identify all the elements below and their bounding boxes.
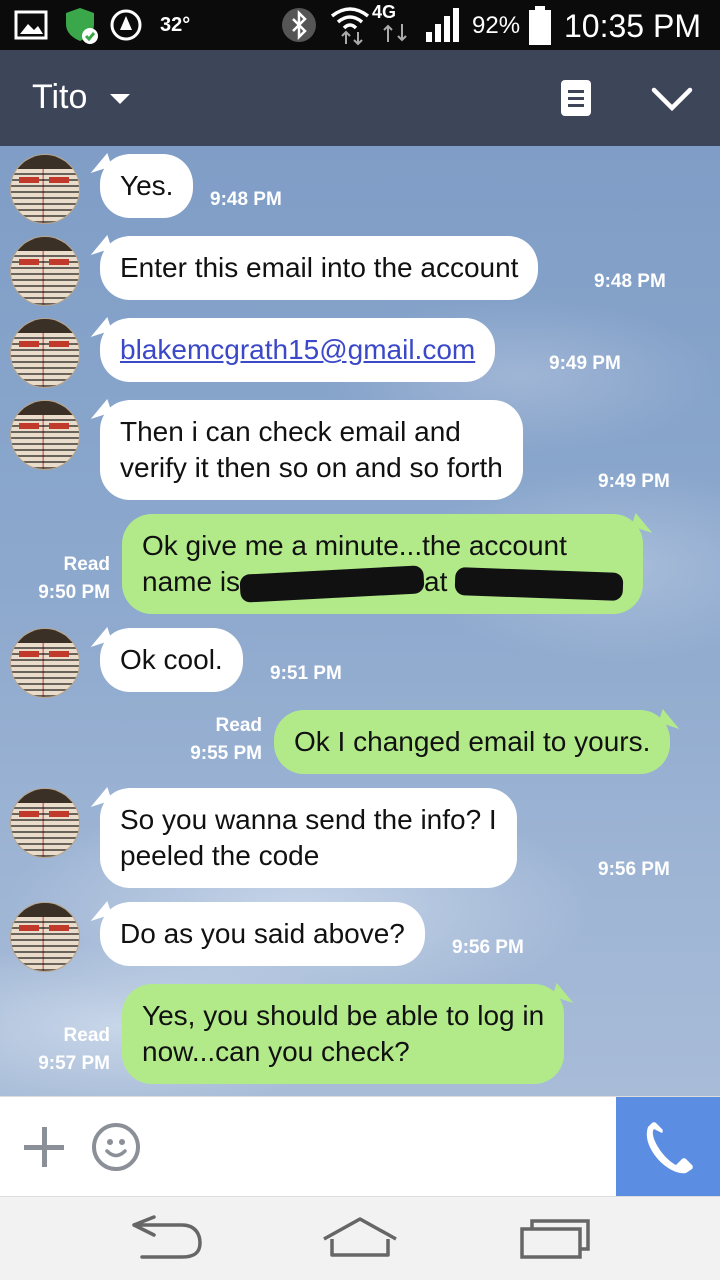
- email-link[interactable]: blakemcgrath15@gmail.com: [120, 334, 475, 365]
- recent-apps-icon[interactable]: [516, 1215, 596, 1263]
- plus-icon[interactable]: [24, 1127, 64, 1167]
- message-time: 9:55 PM: [190, 743, 262, 764]
- read-receipt: Read 9:50 PM: [10, 551, 110, 607]
- message-time: 9:56 PM: [452, 937, 524, 958]
- message-time: 9:57 PM: [38, 1053, 110, 1074]
- read-label: Read: [63, 554, 110, 575]
- status-bar: 32° 4G 92% 10:35 PM: [0, 0, 720, 50]
- read-label: Read: [63, 1025, 110, 1046]
- contact-name[interactable]: Tito: [32, 78, 87, 117]
- message-bubble[interactable]: Yes, you should be able to log in now...…: [122, 984, 565, 1084]
- avatar[interactable]: [10, 628, 80, 698]
- gallery-notification-icon: [14, 10, 48, 40]
- redaction-mark: [454, 566, 624, 601]
- app-notification-icon: [110, 9, 142, 41]
- message-bubble[interactable]: blakemcgrath15@gmail.com: [100, 318, 496, 382]
- bluetooth-icon: [282, 8, 316, 42]
- network-arrows-icon: [383, 24, 407, 42]
- read-receipt: Read 9:57 PM: [10, 1022, 110, 1078]
- avatar[interactable]: [10, 236, 80, 306]
- message-bubble[interactable]: Then i can check email and verify it the…: [100, 400, 523, 500]
- message-text: Enter this email into the account: [120, 252, 519, 283]
- avatar[interactable]: [10, 154, 80, 224]
- message-bubble[interactable]: Enter this email into the account: [100, 236, 539, 300]
- read-label: Read: [215, 715, 262, 736]
- message-time: 9:48 PM: [210, 189, 282, 210]
- emoji-icon[interactable]: [92, 1123, 140, 1171]
- message-text-fragment: name is: [142, 566, 241, 597]
- message-text: Do as you said above?: [120, 918, 405, 949]
- battery-icon: [529, 6, 551, 45]
- message-time: 9:49 PM: [598, 471, 670, 492]
- chat-header: Tito: [0, 50, 720, 146]
- home-icon[interactable]: [318, 1215, 402, 1263]
- message-time: 9:51 PM: [270, 663, 342, 684]
- message-text-line: peeled the code: [120, 840, 320, 871]
- redaction-mark: [239, 564, 425, 603]
- shield-check-icon: [66, 8, 98, 44]
- avatar[interactable]: [10, 400, 80, 470]
- read-receipt: Read 9:55 PM: [162, 712, 262, 768]
- message-time: 9:48 PM: [594, 271, 666, 292]
- clock: 10:35 PM: [564, 8, 701, 44]
- chevron-down-icon[interactable]: [650, 78, 694, 118]
- message-text: Yes.: [120, 170, 174, 201]
- message-text: Ok cool.: [120, 644, 223, 675]
- message-time: 9:56 PM: [598, 859, 670, 880]
- dropdown-caret-icon[interactable]: [110, 94, 130, 104]
- message-bubble[interactable]: Yes.: [100, 154, 194, 218]
- phone-icon: [646, 1122, 693, 1174]
- avatar[interactable]: [10, 902, 80, 972]
- message-text-line: now...can you check?: [142, 1036, 410, 1067]
- avatar[interactable]: [10, 318, 80, 388]
- message-text-line: name is at: [142, 564, 624, 603]
- message-bubble[interactable]: Ok cool.: [100, 628, 243, 692]
- wifi-icon: [330, 7, 370, 46]
- message-time: 9:49 PM: [549, 353, 621, 374]
- signal-strength-icon: [426, 8, 459, 42]
- message-text-line: verify it then so on and so forth: [120, 452, 503, 483]
- message-text-fragment: at: [424, 566, 448, 597]
- temperature: 32°: [160, 14, 191, 36]
- back-icon[interactable]: [124, 1215, 208, 1263]
- memo-icon[interactable]: [561, 80, 591, 116]
- message-input-bar: [0, 1096, 720, 1197]
- message-text: Ok I changed email to yours.: [294, 726, 651, 757]
- avatar[interactable]: [10, 788, 80, 858]
- message-text-line: So you wanna send the info? I: [120, 804, 497, 835]
- system-nav-bar: [0, 1196, 720, 1280]
- call-button[interactable]: [616, 1097, 720, 1197]
- message-text-line: Ok give me a minute...the account: [142, 530, 567, 561]
- message-bubble[interactable]: Ok give me a minute...the account name i…: [122, 514, 644, 614]
- message-text-line: Then i can check email and: [120, 416, 461, 447]
- battery-percent: 92%: [472, 12, 521, 39]
- message-bubble[interactable]: Do as you said above?: [100, 902, 425, 966]
- message-time: 9:50 PM: [38, 582, 110, 603]
- message-input[interactable]: [150, 1107, 606, 1187]
- message-bubble[interactable]: So you wanna send the info? I peeled the…: [100, 788, 517, 888]
- message-text-line: Yes, you should be able to log in: [142, 1000, 545, 1031]
- chat-area[interactable]: Yes. 9:48 PM Enter this email into the a…: [0, 146, 720, 1096]
- network-type: 4G: [372, 2, 397, 22]
- message-bubble[interactable]: Ok I changed email to yours.: [274, 710, 671, 774]
